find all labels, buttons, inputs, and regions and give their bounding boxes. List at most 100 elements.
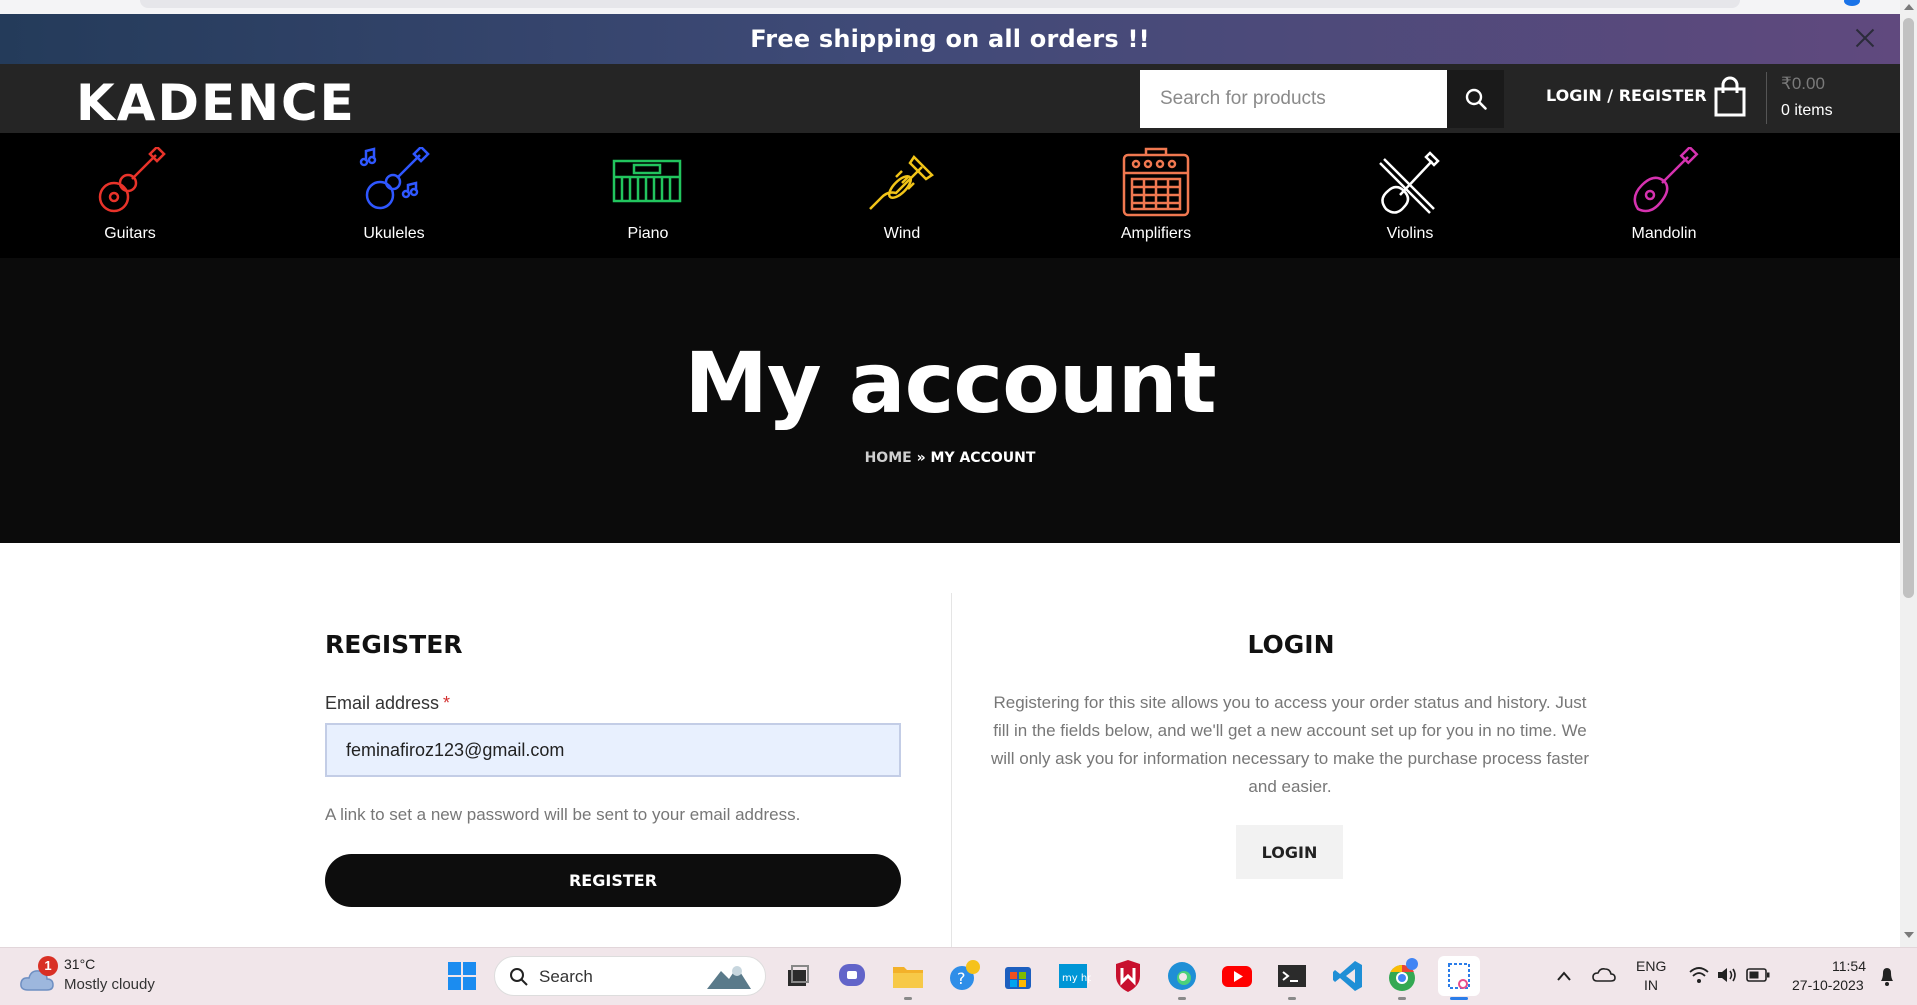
cart-button[interactable] <box>1712 76 1748 123</box>
windows-logo-icon <box>448 962 476 990</box>
trumpet-icon <box>869 155 934 210</box>
vscode-icon <box>1333 961 1362 991</box>
terminal-icon <box>1278 965 1306 987</box>
cart-total: ₹0.00 <box>1781 74 1825 93</box>
task-view-button[interactable] <box>780 958 816 994</box>
mcafee-button[interactable] <box>1110 958 1146 994</box>
taskbar-search-label: Search <box>539 967 593 986</box>
snipping-tool-button[interactable] <box>1438 956 1480 996</box>
breadcrumb-home-link[interactable]: HOME <box>865 450 912 466</box>
close-icon[interactable] <box>1854 27 1876 49</box>
notification-bell-icon[interactable] <box>1878 965 1896 987</box>
chrome-icon <box>1389 958 1418 991</box>
taskbar-search[interactable]: Search <box>494 956 766 996</box>
category-label: Violins <box>1386 225 1434 242</box>
breadcrumb: HOME » MY ACCOUNT <box>0 450 1900 466</box>
search-button[interactable] <box>1447 70 1504 128</box>
search-icon <box>1465 88 1487 110</box>
clock-time[interactable]: 11:54 <box>1832 958 1866 974</box>
active-indicator <box>1450 997 1468 1000</box>
terminal-button[interactable] <box>1274 958 1310 994</box>
region-indicator: IN <box>1644 977 1658 993</box>
category-piano[interactable]: Piano <box>548 133 748 258</box>
onedrive-icon[interactable] <box>1592 966 1616 984</box>
guitar-icon <box>98 147 166 213</box>
scroll-up-arrow-icon[interactable] <box>1904 4 1914 10</box>
youtube-icon <box>1222 966 1252 987</box>
search-highlight-icon <box>707 966 751 989</box>
breadcrumb-separator: » <box>916 450 926 466</box>
password-note: A link to set a new password will be sen… <box>325 805 801 824</box>
teams-chat-button[interactable] <box>834 958 870 994</box>
svg-text:?: ? <box>957 969 966 988</box>
youtube-button[interactable] <box>1219 958 1255 994</box>
browser-strip <box>0 0 1900 14</box>
category-mandolin[interactable]: Mandolin <box>1564 133 1764 258</box>
category-label: Piano <box>627 225 669 242</box>
search-input[interactable] <box>1140 70 1447 128</box>
edge-icon <box>1168 962 1196 990</box>
profile-icon[interactable] <box>1844 0 1860 6</box>
register-button[interactable]: REGISTER <box>325 854 901 907</box>
store-icon <box>1005 967 1031 989</box>
category-ukuleles[interactable]: Ukuleles <box>294 133 494 258</box>
chevron-up-icon[interactable] <box>1556 970 1572 982</box>
category-label: Wind <box>883 225 921 242</box>
chrome-button[interactable] <box>1384 958 1420 994</box>
running-indicator <box>1398 997 1406 1000</box>
vscode-button[interactable] <box>1330 958 1366 994</box>
category-wind[interactable]: Wind <box>802 133 1002 258</box>
battery-icon[interactable] <box>1746 968 1770 982</box>
weather-widget[interactable]: 1 31°C Mostly cloudy <box>20 956 180 1000</box>
clock-date[interactable]: 27-10-2023 <box>1792 977 1864 993</box>
shopping-bag-icon <box>1714 76 1746 117</box>
cart-separator <box>1766 72 1767 124</box>
task-view-icon <box>788 965 809 986</box>
category-guitars[interactable]: Guitars <box>30 133 230 258</box>
myhp-button[interactable]: my hp <box>1055 958 1094 994</box>
announcement-bar: Free shipping on all orders !! <box>0 14 1900 64</box>
category-bar: Guitars Ukuleles Piano Wind Amplifiers V… <box>0 133 1900 258</box>
mcafee-shield-icon <box>1116 960 1140 992</box>
page-hero: My account HOME » MY ACCOUNT <box>0 258 1900 543</box>
start-button[interactable] <box>444 958 480 994</box>
get-help-button[interactable]: ? <box>946 958 982 994</box>
file-explorer-button[interactable] <box>890 958 926 994</box>
folder-icon <box>893 967 923 988</box>
login-register-link[interactable]: LOGIN / REGISTER <box>1546 86 1707 105</box>
site-header: KADENCE LOGIN / REGISTER ₹0.00 0 items <box>0 64 1900 133</box>
address-bar-edge[interactable] <box>140 0 1740 8</box>
scroll-thumb[interactable] <box>1903 18 1914 598</box>
mandolin-icon <box>1633 147 1699 213</box>
email-label-text: Email address <box>325 693 440 713</box>
category-percussion[interactable]: Pe <box>1818 133 1900 258</box>
windows-taskbar: 1 31°C Mostly cloudy Search ? my hp ENG … <box>0 947 1917 1005</box>
help-icon: ? <box>950 960 980 990</box>
category-amplifiers[interactable]: Amplifiers <box>1056 133 1256 258</box>
email-label: Email address * <box>325 693 450 714</box>
edge-button[interactable] <box>1164 958 1200 994</box>
category-violins[interactable]: Violins <box>1310 133 1510 258</box>
page-title: My account <box>684 334 1216 432</box>
weather-description: Mostly cloudy <box>64 976 155 993</box>
login-description: Registering for this site allows you to … <box>990 693 1590 796</box>
site-logo[interactable]: KADENCE <box>76 74 356 132</box>
breadcrumb-current: MY ACCOUNT <box>930 450 1036 466</box>
weather-temp: 31°C <box>64 956 96 972</box>
running-indicator <box>1178 997 1186 1000</box>
volume-icon[interactable] <box>1716 966 1738 984</box>
scroll-down-arrow-icon[interactable] <box>1904 932 1914 938</box>
myhp-icon: my hp <box>1059 964 1094 988</box>
wifi-icon[interactable] <box>1688 966 1710 984</box>
piano-icon <box>612 159 682 203</box>
email-field[interactable] <box>325 723 901 777</box>
snipping-tool-icon <box>1448 963 1470 989</box>
language-indicator[interactable]: ENG <box>1636 958 1666 974</box>
category-label: Guitars <box>104 225 156 242</box>
amplifier-icon <box>1122 147 1190 217</box>
page-scrollbar[interactable] <box>1900 0 1917 947</box>
login-button[interactable]: LOGIN <box>1236 825 1343 879</box>
register-heading: REGISTER <box>325 630 463 659</box>
store-button[interactable] <box>1000 958 1036 994</box>
cart-item-count: 0 items <box>1781 102 1833 119</box>
